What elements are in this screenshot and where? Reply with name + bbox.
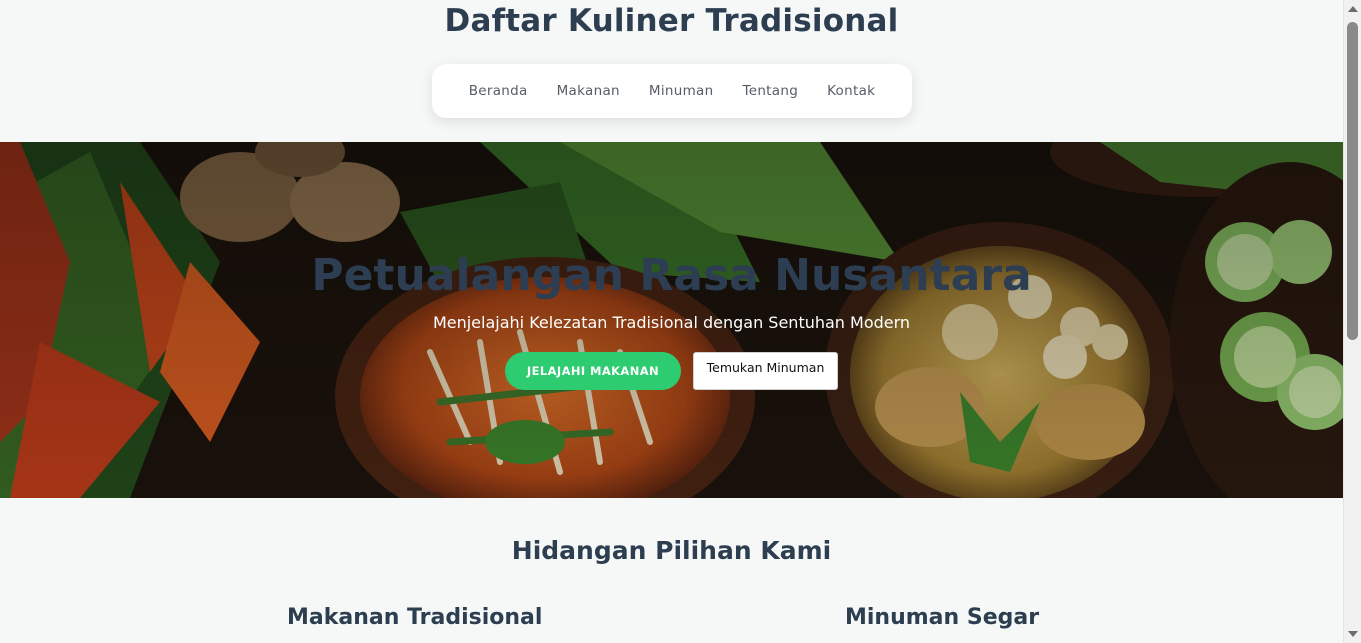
- explore-food-button[interactable]: JELAJAHI MAKANAN: [505, 352, 681, 390]
- hero-title: Petualangan Rasa Nusantara: [311, 250, 1032, 301]
- find-drinks-button[interactable]: Temukan Minuman: [693, 352, 838, 390]
- main-nav: Beranda Makanan Minuman Tentang Kontak: [432, 64, 912, 118]
- nav-item-makanan[interactable]: Makanan: [557, 83, 620, 99]
- hero-banner: Petualangan Rasa Nusantara Menjelajahi K…: [0, 142, 1343, 498]
- page-scrollbar[interactable]: [1343, 0, 1361, 643]
- page: Daftar Kuliner Tradisional Beranda Makan…: [0, 0, 1343, 643]
- nav-item-tentang[interactable]: Tentang: [742, 83, 798, 99]
- nav-item-kontak[interactable]: Kontak: [827, 83, 875, 99]
- scroll-up-arrow-icon[interactable]: [1348, 6, 1358, 12]
- fresh-drinks-heading: Minuman Segar: [845, 605, 1040, 630]
- traditional-food-heading: Makanan Tradisional: [287, 605, 543, 630]
- hero-subtitle: Menjelajahi Kelezatan Tradisional dengan…: [432, 313, 911, 332]
- site-title: Daftar Kuliner Tradisional: [444, 3, 899, 39]
- featured-section-title: Hidangan Pilihan Kami: [511, 536, 832, 565]
- nav-item-minuman[interactable]: Minuman: [649, 83, 714, 99]
- nav-item-beranda[interactable]: Beranda: [469, 83, 528, 99]
- scrollbar-thumb[interactable]: [1347, 22, 1358, 340]
- scroll-down-arrow-icon[interactable]: [1348, 631, 1358, 637]
